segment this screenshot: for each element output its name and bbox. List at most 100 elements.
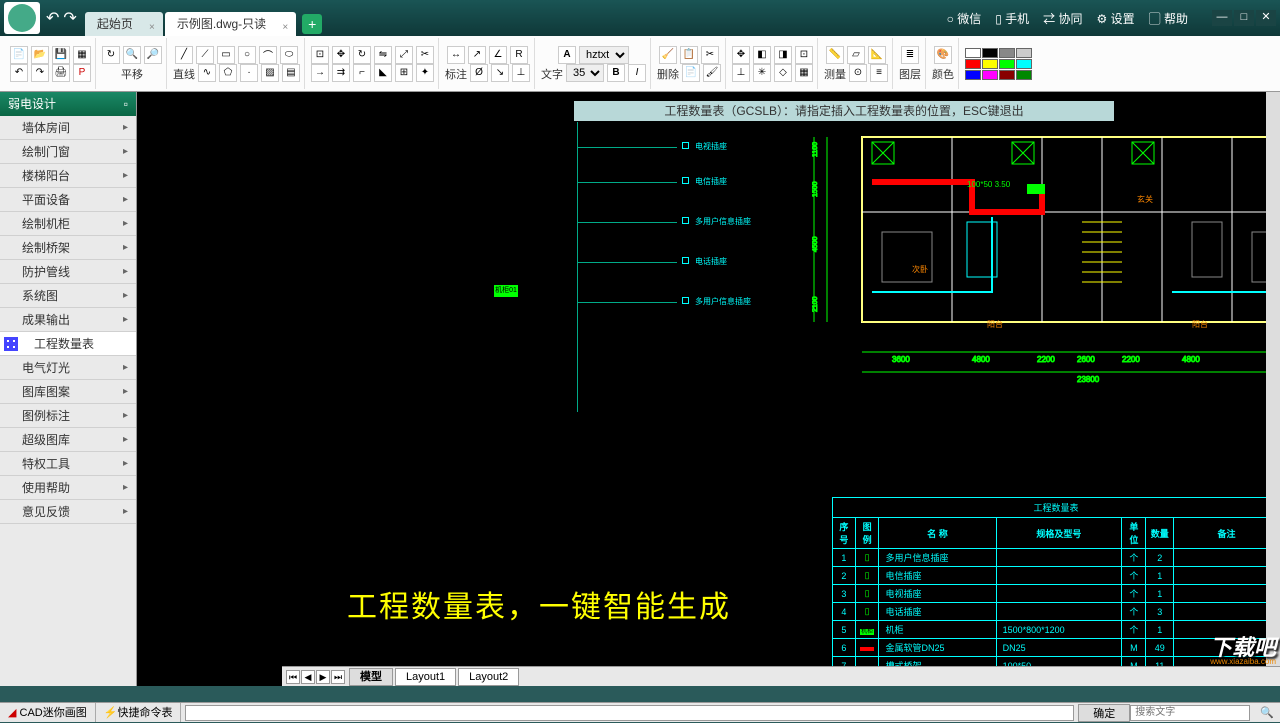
close-icon[interactable]: × — [282, 16, 288, 40]
ellipse-button[interactable]: ⬭ — [280, 46, 298, 64]
minimize-button[interactable]: — — [1212, 10, 1232, 26]
tab-start[interactable]: 起始页× — [85, 12, 163, 36]
text-button[interactable]: A — [558, 46, 576, 64]
grip2-button[interactable]: ◨ — [774, 46, 792, 64]
dim-linear-button[interactable]: ↔ — [447, 46, 465, 64]
color-palette[interactable] — [965, 48, 1037, 80]
chamfer-button[interactable]: ◣ — [374, 64, 392, 82]
ortho-button[interactable]: ⊥ — [732, 64, 750, 82]
sidebar-item-wall[interactable]: 墙体房间 — [0, 116, 136, 140]
close-icon[interactable]: × — [149, 16, 155, 40]
dim-aligned-button[interactable]: ↗ — [468, 46, 486, 64]
collab-link[interactable]: ⇄ 协同 — [1043, 10, 1082, 27]
save-button[interactable]: 💾 — [52, 46, 70, 64]
command-input[interactable] — [185, 705, 1074, 721]
tab-add-button[interactable]: + — [302, 14, 322, 34]
move-grip-button[interactable]: ✥ — [732, 46, 750, 64]
fontsize-select[interactable]: 350 — [566, 64, 604, 82]
search-icon[interactable]: 🔍 — [1254, 706, 1280, 719]
layout-prev-button[interactable]: ◀ — [301, 670, 315, 684]
dim-diameter-button[interactable]: Ø — [470, 64, 488, 82]
vertical-scrollbar[interactable] — [1266, 92, 1280, 666]
move-button[interactable]: ✥ — [332, 46, 350, 64]
bold-button[interactable]: B — [607, 64, 625, 82]
point-button[interactable]: · — [240, 64, 258, 82]
color-button[interactable]: 🎨 — [934, 46, 952, 64]
italic-button[interactable]: I — [628, 64, 646, 82]
layout-tab-model[interactable]: 模型 — [349, 668, 393, 686]
extend-button[interactable]: → — [311, 64, 329, 82]
zoom-out-button[interactable]: 🔎 — [144, 46, 162, 64]
dim-angle-button[interactable]: ∠ — [489, 46, 507, 64]
spline-button[interactable]: ∿ — [198, 64, 216, 82]
area-button[interactable]: ▱ — [847, 46, 865, 64]
sidebar-item-lighting[interactable]: 电气灯光 — [0, 356, 136, 380]
polyline-button[interactable]: ⟋ — [196, 46, 214, 64]
layout-first-button[interactable]: ⏮ — [286, 670, 300, 684]
layout-tab-2[interactable]: Layout2 — [458, 668, 519, 686]
line-button[interactable]: ╱ — [175, 46, 193, 64]
layout-next-button[interactable]: ▶ — [316, 670, 330, 684]
sidebar-item-feedback[interactable]: 意见反馈 — [0, 500, 136, 524]
sidebar-item-output[interactable]: 成果输出 — [0, 308, 136, 332]
sidebar-item-stair[interactable]: 楼梯阳台 — [0, 164, 136, 188]
dim-ord-button[interactable]: ⊥ — [512, 64, 530, 82]
sidebar-item-cabinet[interactable]: 绘制机柜 — [0, 212, 136, 236]
new-button[interactable]: 📄 — [10, 46, 28, 64]
grip-button[interactable]: ◧ — [753, 46, 771, 64]
nav-forward-icon[interactable]: ↷ — [63, 8, 76, 28]
nav-back-icon[interactable]: ↶ — [46, 8, 59, 28]
sidebar-item-conduit[interactable]: 防护管线 — [0, 260, 136, 284]
snap-button[interactable]: ⊡ — [795, 46, 813, 64]
shortcut-link[interactable]: ⚡快捷命令表 — [96, 703, 182, 722]
sidebar-item-equipment[interactable]: 平面设备 — [0, 188, 136, 212]
ok-button[interactable]: 确定 — [1078, 704, 1130, 722]
circle-button[interactable]: ○ — [238, 46, 256, 64]
region-button[interactable]: ▤ — [282, 64, 300, 82]
sidebar-item-privilege[interactable]: 特权工具 — [0, 452, 136, 476]
font-select[interactable]: hztxt — [579, 46, 629, 64]
offset-button[interactable]: ⇉ — [332, 64, 350, 82]
settings-link[interactable]: ⚙ 设置 — [1097, 10, 1135, 27]
pdf-button[interactable]: P — [73, 64, 91, 82]
hatch-button[interactable]: ▨ — [261, 64, 279, 82]
polygon-button[interactable]: ⬠ — [219, 64, 237, 82]
sidebar-item-system[interactable]: 系统图 — [0, 284, 136, 308]
copy2-button[interactable]: 📋 — [680, 46, 698, 64]
drawing-canvas[interactable]: 工程数量表（GCSLB）：请指定插入工程数量表的位置，ESC键退出 机柜01 电… — [137, 92, 1280, 686]
export-button[interactable]: ▦ — [73, 46, 91, 64]
layer-button[interactable]: ≣ — [901, 46, 919, 64]
undo-button[interactable]: ↶ — [10, 64, 28, 82]
rect-button[interactable]: ▭ — [217, 46, 235, 64]
search-input[interactable] — [1130, 705, 1250, 721]
grid-button[interactable]: ▦ — [795, 64, 813, 82]
app-name[interactable]: ◢ CAD迷你画图 — [0, 703, 96, 722]
array-button[interactable]: ⊞ — [395, 64, 413, 82]
tab-example-dwg[interactable]: 示例图.dwg-只读× — [165, 12, 296, 36]
sidebar-item-help[interactable]: 使用帮助 — [0, 476, 136, 500]
sidebar-item-door[interactable]: 绘制门窗 — [0, 140, 136, 164]
user-avatar[interactable] — [4, 2, 40, 34]
match-button[interactable]: 🖌 — [703, 64, 721, 82]
sidebar-item-schedule[interactable]: 工程数量表 — [0, 332, 136, 356]
id-button[interactable]: ⊙ — [849, 64, 867, 82]
refresh-button[interactable]: ↻ — [102, 46, 120, 64]
arc-button[interactable]: ⌒ — [259, 46, 277, 64]
layout-last-button[interactable]: ⏭ — [331, 670, 345, 684]
erase-button[interactable]: 🧹 — [659, 46, 677, 64]
polar-button[interactable]: ✳ — [753, 64, 771, 82]
sidebar-item-library[interactable]: 图库图案 — [0, 380, 136, 404]
sidebar-item-superlib[interactable]: 超级图库 — [0, 428, 136, 452]
dim-radius-button[interactable]: R — [510, 46, 528, 64]
rotate-button[interactable]: ↻ — [353, 46, 371, 64]
leader-button[interactable]: ↘ — [491, 64, 509, 82]
print-button[interactable]: 🖨 — [52, 64, 70, 82]
redo-button[interactable]: ↷ — [31, 64, 49, 82]
trim-button[interactable]: ✂ — [416, 46, 434, 64]
angle-button[interactable]: 📐 — [868, 46, 886, 64]
layout-tab-1[interactable]: Layout1 — [395, 668, 456, 686]
phone-link[interactable]: ▯ 手机 — [995, 10, 1029, 27]
copy-button[interactable]: ⊡ — [311, 46, 329, 64]
maximize-button[interactable]: □ — [1234, 10, 1254, 26]
close-button[interactable]: ✕ — [1256, 10, 1276, 26]
